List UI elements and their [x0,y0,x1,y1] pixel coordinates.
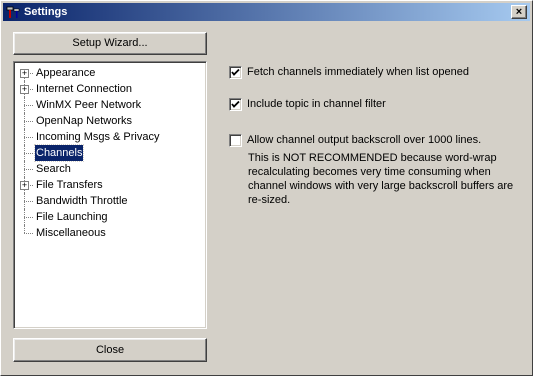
fetch-channels-label[interactable]: Fetch channels immediately when list ope… [247,66,469,79]
checkmark-icon [231,100,240,108]
allow-backscroll-label[interactable]: Allow channel output backscroll over 100… [247,134,481,147]
tree-item-label: WinMX Peer Network [36,99,142,111]
tree-item-label: File Transfers [36,179,103,191]
tree-item-opennap-networks[interactable]: OpenNap Networks [14,113,204,129]
tree-item-label: Search [36,163,71,175]
tree-connector-line [24,169,33,170]
tree-item-incoming-msgs-privacy[interactable]: Incoming Msgs & Privacy [14,129,204,145]
close-window-button[interactable]: × [511,5,527,19]
tree-item-appearance[interactable]: + Appearance [14,65,204,81]
tree-connector-line [24,137,33,138]
fetch-channels-checkbox[interactable] [229,66,242,79]
tree-item-channels[interactable]: Channels [14,144,204,162]
tree-connector-line [24,201,33,202]
tree-item-label: Miscellaneous [36,227,106,239]
title-bar[interactable]: Settings × [3,3,530,21]
tree-item-winmx-peer-network[interactable]: WinMX Peer Network [14,97,204,113]
plus-box-icon[interactable]: + [20,69,29,78]
include-topic-checkbox[interactable] [229,98,242,111]
setup-wizard-button[interactable]: Setup Wizard... [13,32,207,55]
window-title: Settings [24,6,68,18]
close-button-label: Close [95,344,125,356]
settings-app-icon [6,6,20,18]
include-topic-label[interactable]: Include topic in channel filter [247,98,386,111]
settings-window: Settings × Setup Wizard... + Appearance + I… [0,0,533,376]
tree-connector-line [24,225,25,233]
tree-item-file-transfers[interactable]: + File Transfers [14,177,204,193]
allow-backscroll-checkbox[interactable] [229,134,242,147]
tree-item-file-launching[interactable]: File Launching [14,209,204,225]
close-button[interactable]: Close [13,338,207,362]
tree-item-label: Channels [33,144,85,162]
backscroll-warning-note: This is NOT RECOMMENDED because word-wra… [248,152,514,206]
close-icon: × [515,6,523,18]
tree-item-label: Bandwidth Throttle [36,195,128,207]
tree-item-search[interactable]: Search [14,161,204,177]
tree-connector-line [24,105,33,106]
tree-item-miscellaneous[interactable]: Miscellaneous [14,225,204,241]
tree-item-label: OpenNap Networks [36,115,132,127]
tree-item-bandwidth-throttle[interactable]: Bandwidth Throttle [14,193,204,209]
tree-connector-line [24,153,33,154]
setup-wizard-label: Setup Wizard... [72,37,148,49]
tree-connector-line [24,233,33,234]
tree-item-label: Incoming Msgs & Privacy [36,131,160,143]
tree-item-label: File Launching [36,211,108,223]
tree-item-internet-connection[interactable]: + Internet Connection [14,81,204,97]
tree-connector-line [24,217,33,218]
checkmark-icon [231,68,240,76]
plus-box-icon[interactable]: + [20,85,29,94]
tree-connector-line [24,121,33,122]
tree-item-label: Appearance [36,67,96,79]
plus-box-icon[interactable]: + [20,181,29,190]
settings-category-tree[interactable]: + Appearance + Internet Connection WinMX Pee… [13,61,207,329]
tree-item-label: Internet Connection [36,83,133,95]
